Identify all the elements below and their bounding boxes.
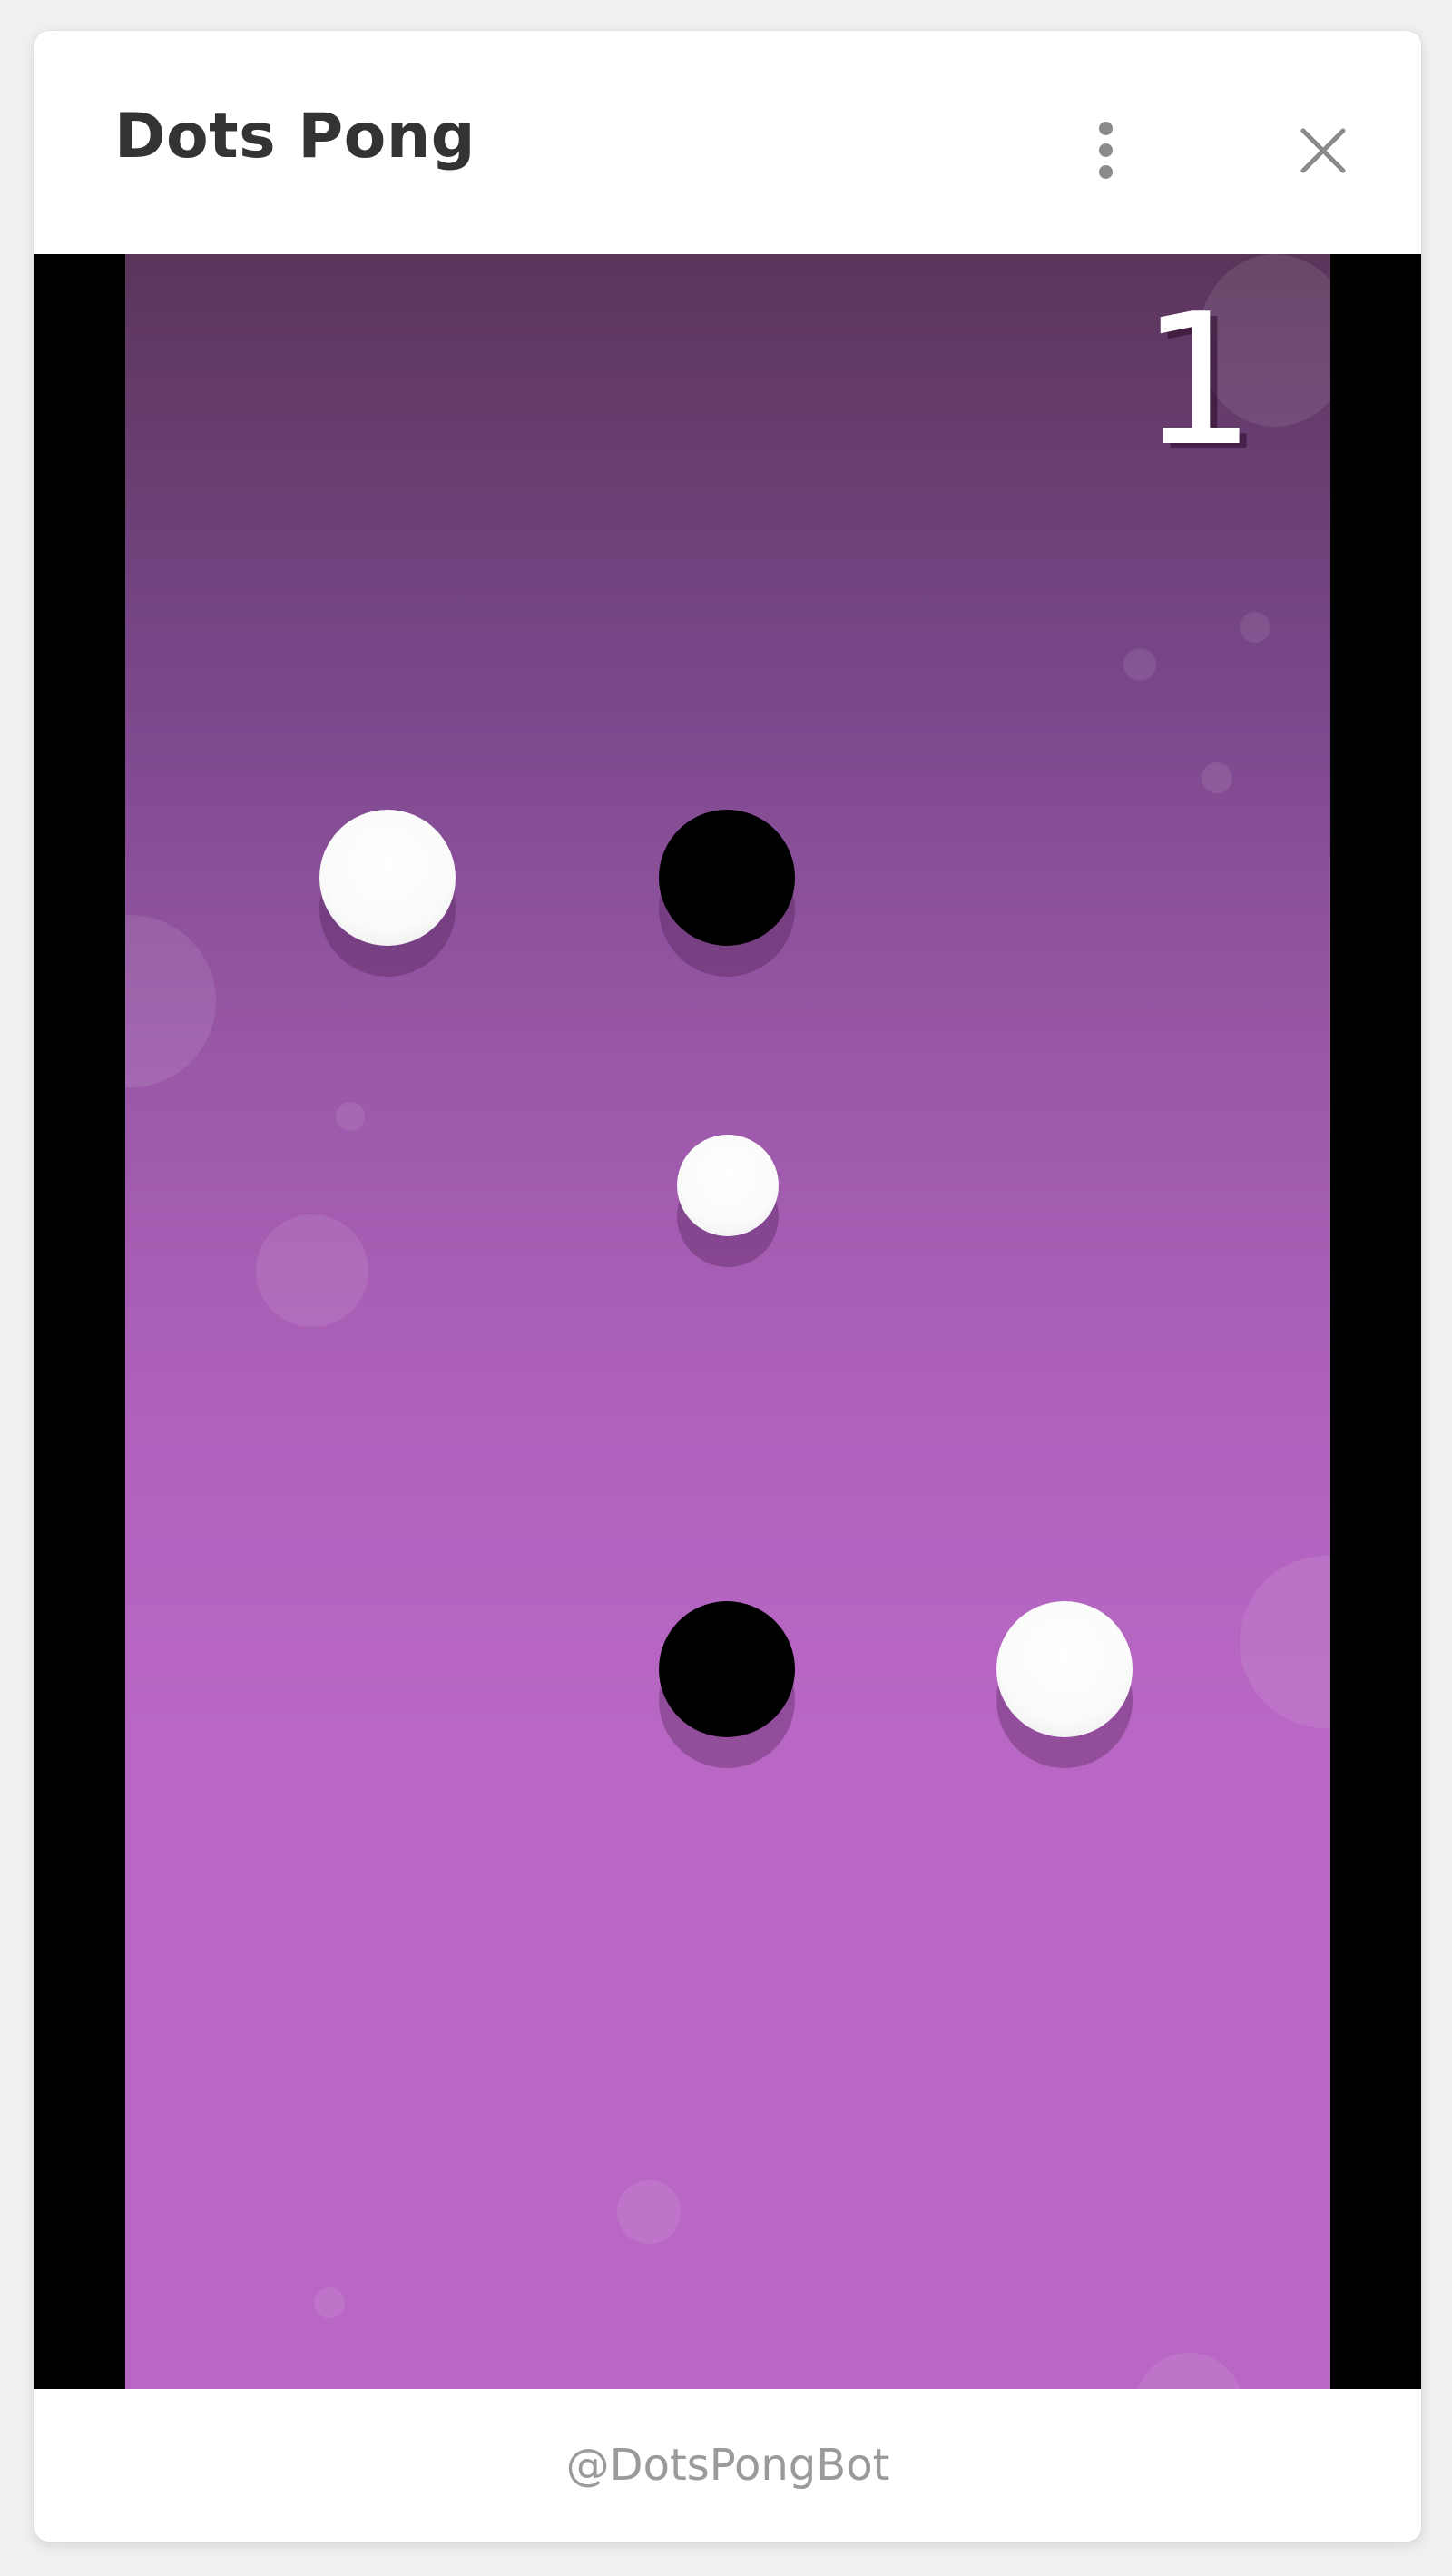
black-paddle-dot[interactable]: [659, 1601, 795, 1737]
bot-handle[interactable]: @DotsPongBot: [566, 2440, 890, 2491]
game-canvas[interactable]: 1: [34, 254, 1421, 2389]
background-bubble: [617, 2180, 681, 2244]
background-bubble: [1123, 648, 1156, 681]
score-counter: 1: [1140, 275, 1256, 487]
background-bubble: [256, 1214, 368, 1327]
more-options-button[interactable]: [1078, 109, 1133, 191]
background-bubble: [1134, 2353, 1243, 2389]
game-window: Dots Pong 1 @DotsPongBot: [34, 31, 1421, 2542]
background-bubble: [1240, 1556, 1330, 1728]
ball-dot: [677, 1135, 779, 1236]
white-paddle-dot[interactable]: [996, 1601, 1133, 1737]
close-icon: [1300, 128, 1346, 173]
vertical-dots-icon: [1098, 121, 1113, 135]
playfield[interactable]: 1: [125, 254, 1330, 2389]
background-bubble: [1240, 612, 1270, 643]
background-bubble: [125, 915, 216, 1087]
window-title: Dots Pong: [114, 101, 476, 172]
close-button[interactable]: [1287, 114, 1359, 187]
white-paddle-dot[interactable]: [319, 810, 456, 946]
window-footer: @DotsPongBot: [34, 2389, 1421, 2542]
background-bubble: [1202, 762, 1232, 793]
background-bubble: [314, 2287, 345, 2318]
window-header: Dots Pong: [34, 31, 1421, 254]
background-bubble: [336, 1102, 365, 1131]
black-paddle-dot[interactable]: [659, 810, 795, 946]
